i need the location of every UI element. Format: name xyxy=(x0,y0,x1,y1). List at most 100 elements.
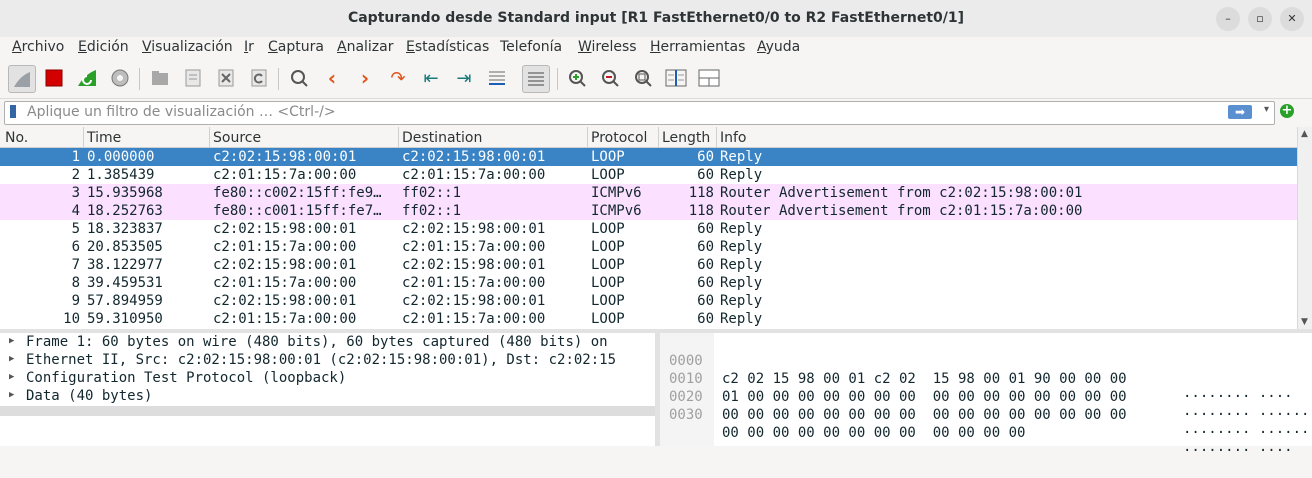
detail-ethernet[interactable]: ▶ Ethernet II, Src: c2:02:15:98:00:01 (c2… xyxy=(0,351,655,369)
menu-ayuda[interactable]: Ayuda xyxy=(757,39,800,55)
packet-no: 3 xyxy=(71,185,80,201)
layout-icon[interactable] xyxy=(696,65,722,91)
packet-info: Reply xyxy=(720,293,763,309)
scroll-down-icon[interactable]: ▼ xyxy=(1301,317,1308,327)
column-separator[interactable] xyxy=(209,127,210,147)
restart-capture-icon[interactable] xyxy=(74,65,100,91)
next-packet-icon[interactable]: › xyxy=(352,65,378,91)
byte-ascii[interactable]: ········ ···· xyxy=(1183,442,1293,460)
close-button[interactable]: ✕ xyxy=(1280,7,1304,31)
menu-edicion[interactable]: Edición xyxy=(78,39,129,55)
packet-row[interactable]: 6 20.853505 c2:01:15:7a:00:00 c2:01:15:7a:0… xyxy=(0,238,1297,256)
column-protocol[interactable]: Protocol xyxy=(591,130,647,146)
column-no[interactable]: No. xyxy=(5,130,28,146)
open-file-icon[interactable] xyxy=(147,65,173,91)
column-length[interactable]: Length xyxy=(662,130,710,146)
menu-analizar[interactable]: Analizar xyxy=(337,39,394,55)
expand-arrow-icon[interactable]: ▶ xyxy=(9,390,14,400)
column-separator[interactable] xyxy=(716,127,717,147)
menu-herramientas[interactable]: Herramientas xyxy=(650,39,745,55)
expand-arrow-icon[interactable]: ▶ xyxy=(9,372,14,382)
bytes-row: 0000 c2 02 15 98 00 01 c2 02 15 98 00 01… xyxy=(660,334,1293,405)
chevron-down-icon[interactable]: ▾ xyxy=(1264,104,1269,115)
packet-length: 60 xyxy=(697,167,714,183)
zoom-out-icon[interactable] xyxy=(597,65,623,91)
expand-arrow-icon[interactable]: ▶ xyxy=(9,354,14,364)
find-packet-icon[interactable] xyxy=(286,65,312,91)
packet-list-scrollbar[interactable]: ▲ ▼ xyxy=(1297,127,1312,329)
reload-icon[interactable] xyxy=(246,65,272,91)
menu-visualizacion[interactable]: Visualización xyxy=(142,39,233,55)
byte-ascii[interactable]: ········ ········ xyxy=(1183,424,1312,442)
byte-hex[interactable]: c2 02 15 98 00 01 c2 02 15 98 00 01 90 0… xyxy=(722,370,1127,388)
close-file-icon[interactable] xyxy=(213,65,239,91)
packet-time: 38.122977 xyxy=(87,257,163,273)
add-filter-button[interactable]: + xyxy=(1280,104,1294,118)
detail-loopback[interactable]: ▶ Configuration Test Protocol (loopback) xyxy=(0,369,655,387)
packet-length: 60 xyxy=(697,311,714,327)
packet-row[interactable]: 8 39.459531 c2:01:15:7a:00:00 c2:01:15:7a:0… xyxy=(0,274,1297,292)
go-to-packet-icon[interactable]: ↷ xyxy=(385,65,411,91)
packet-row[interactable]: 7 38.122977 c2:02:15:98:00:01 c2:02:15:98:0… xyxy=(0,256,1297,274)
apply-filter-button[interactable]: ➡ xyxy=(1228,105,1252,119)
column-separator[interactable] xyxy=(658,127,659,147)
main-toolbar: ‹ › ↷ ⇤ ⇥ xyxy=(0,60,1312,99)
bookmark-icon[interactable] xyxy=(10,105,16,118)
packet-row[interactable]: 10 59.310950 c2:01:15:7a:00:00 c2:01:15:7a:… xyxy=(0,310,1297,328)
capture-options-icon[interactable] xyxy=(107,65,133,91)
packet-protocol: LOOP xyxy=(591,257,625,273)
packet-no: 10 xyxy=(63,311,80,327)
previous-packet-icon[interactable]: ‹ xyxy=(319,65,345,91)
expand-arrow-icon[interactable]: ▶ xyxy=(9,336,14,346)
detail-frame[interactable]: ▶ Frame 1: 60 bytes on wire (480 bits), 6… xyxy=(0,333,655,351)
byte-ascii[interactable]: ········ ···· xyxy=(1183,388,1293,406)
byte-hex[interactable]: 00 00 00 00 00 00 00 00 00 00 00 00 xyxy=(722,424,1025,442)
packet-destination: c2:01:15:7a:00:00 xyxy=(402,167,546,183)
packet-source: c2:01:15:7a:00:00 xyxy=(213,275,357,291)
column-separator[interactable] xyxy=(587,127,588,147)
resize-columns-icon[interactable] xyxy=(663,65,689,91)
byte-hex[interactable]: 01 00 00 00 00 00 00 00 00 00 00 00 00 0… xyxy=(722,388,1127,406)
column-separator[interactable] xyxy=(83,127,84,147)
packet-row[interactable]: 1 0.000000 c2:02:15:98:00:01 c2:02:15:98:00… xyxy=(0,148,1297,166)
packet-row[interactable]: 9 57.894959 c2:02:15:98:00:01 c2:02:15:98:0… xyxy=(0,292,1297,310)
save-file-icon[interactable] xyxy=(180,65,206,91)
stop-icon[interactable] xyxy=(41,65,67,91)
menu-wireless[interactable]: Wireless xyxy=(578,39,637,55)
menu-archivo[interactable]: Archivo xyxy=(12,39,64,55)
column-destination[interactable]: Destination xyxy=(402,130,482,146)
minimize-button[interactable]: – xyxy=(1216,7,1240,31)
menu-captura[interactable]: Captura xyxy=(268,39,324,55)
first-packet-icon[interactable]: ⇤ xyxy=(418,65,444,91)
display-filter-input[interactable]: Aplique un filtro de visualización … <Ct… xyxy=(4,101,1275,125)
packet-row[interactable]: 5 18.323837 c2:02:15:98:00:01 c2:02:15:98:0… xyxy=(0,220,1297,238)
maximize-button[interactable]: ▫ xyxy=(1248,7,1272,31)
column-separator[interactable] xyxy=(398,127,399,147)
packet-row[interactable]: 4 18.252763 fe80::c001:15ff:fe7… ff02::1 ICM… xyxy=(0,202,1297,220)
column-info[interactable]: Info xyxy=(720,130,747,146)
packet-no: 5 xyxy=(71,221,80,237)
packet-info: Reply xyxy=(720,239,763,255)
packet-row[interactable]: 3 15.935968 fe80::c002:15ff:fe9… ff02::1 ICM… xyxy=(0,184,1297,202)
column-source[interactable]: Source xyxy=(213,130,261,146)
packet-protocol: LOOP xyxy=(591,275,625,291)
column-time[interactable]: Time xyxy=(87,130,121,146)
packet-info: Router Advertisement from c2:01:15:7a:00… xyxy=(720,203,1083,219)
byte-hex[interactable]: 00 00 00 00 00 00 00 00 00 00 00 00 00 0… xyxy=(722,406,1127,424)
shark-fin-icon[interactable] xyxy=(8,65,36,93)
details-horizontal-scrollbar[interactable] xyxy=(0,406,655,416)
colorize-icon[interactable] xyxy=(522,65,550,93)
last-packet-icon[interactable]: ⇥ xyxy=(451,65,477,91)
scroll-up-icon[interactable]: ▲ xyxy=(1301,129,1308,139)
byte-ascii[interactable]: ········ ········ xyxy=(1183,406,1312,424)
menu-telefonia[interactable]: Telefonía xyxy=(500,39,562,55)
bytes-row: 0020 00 00 00 00 00 00 00 00 00 00 00 00… xyxy=(660,370,1312,441)
zoom-in-icon[interactable] xyxy=(564,65,590,91)
autoscroll-icon[interactable] xyxy=(484,65,510,91)
packet-row[interactable]: 2 1.385439 c2:01:15:7a:00:00 c2:01:15:7a:00… xyxy=(0,166,1297,184)
menu-ir[interactable]: Ir xyxy=(244,39,254,55)
normal-size-icon[interactable] xyxy=(630,65,656,91)
menu-estadisticas[interactable]: Estadísticas xyxy=(406,39,489,55)
packet-protocol: LOOP xyxy=(591,239,625,255)
detail-data[interactable]: ▶ Data (40 bytes) xyxy=(0,387,655,405)
